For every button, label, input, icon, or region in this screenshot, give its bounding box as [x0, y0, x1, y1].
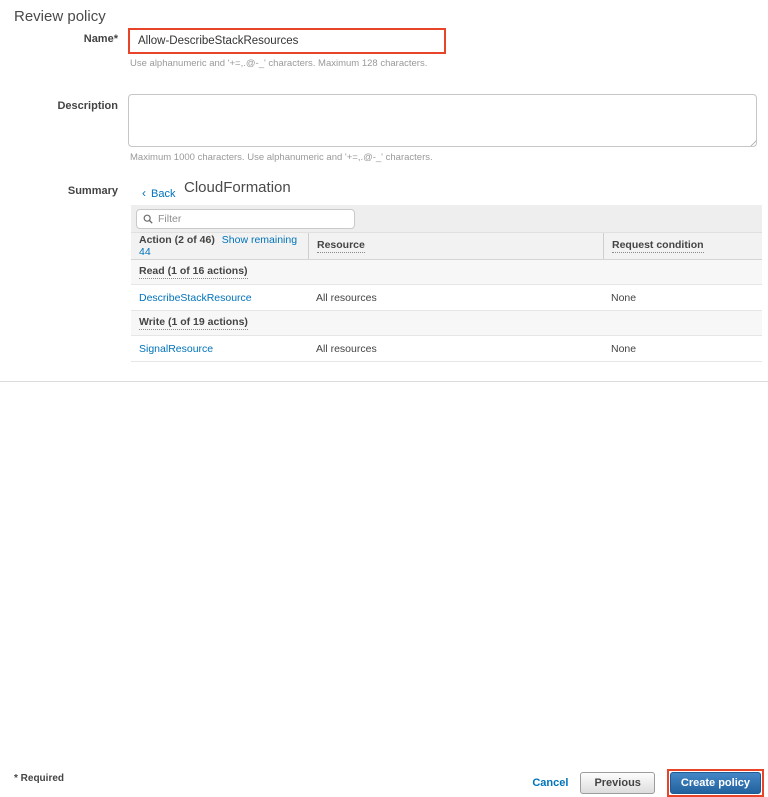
filter-input-wrap[interactable]	[136, 209, 355, 229]
column-header-request-condition: Request condition	[603, 233, 762, 259]
table-header-row: Action (2 of 46) Show remaining 44 Resou…	[131, 233, 762, 260]
footer-bar: * Required Cancel Previous Create policy	[0, 381, 768, 415]
request-condition-header-label: Request condition	[612, 239, 704, 253]
table-row: DescribeStackResource All resources None	[131, 285, 762, 311]
group-row-write: Write (1 of 19 actions)	[131, 311, 762, 336]
group-row-read-label: Read (1 of 16 actions)	[139, 265, 248, 279]
filter-bar	[131, 205, 762, 233]
search-icon	[143, 214, 153, 224]
action-link-signal-resource[interactable]: SignalResource	[139, 343, 213, 355]
description-help-text: Maximum 1000 characters. Use alphanumeri…	[130, 152, 433, 163]
previous-button[interactable]: Previous	[580, 772, 654, 794]
annotation-highlight-box: Create policy	[667, 769, 764, 797]
group-row-write-label: Write (1 of 19 actions)	[139, 316, 248, 330]
condition-cell: None	[611, 343, 636, 355]
chevron-left-icon: ‹	[142, 186, 146, 200]
condition-cell: None	[611, 292, 636, 304]
service-title: CloudFormation	[184, 179, 291, 196]
back-link[interactable]: ‹ Back	[142, 186, 175, 200]
name-help-text: Use alphanumeric and '+=,.@-_' character…	[130, 58, 427, 69]
resource-header-label: Resource	[317, 239, 365, 253]
back-link-label: Back	[151, 188, 175, 200]
page-title: Review policy	[14, 8, 106, 25]
column-header-resource: Resource	[308, 233, 603, 259]
description-textarea[interactable]	[128, 94, 757, 147]
summary-panel: Action (2 of 46) Show remaining 44 Resou…	[131, 205, 762, 362]
filter-input[interactable]	[158, 213, 348, 225]
create-policy-button[interactable]: Create policy	[670, 772, 761, 794]
name-label: Name*	[0, 33, 118, 45]
name-input[interactable]	[128, 28, 446, 54]
cancel-link[interactable]: Cancel	[532, 777, 568, 789]
resource-cell: All resources	[316, 343, 377, 355]
group-row-read: Read (1 of 16 actions)	[131, 260, 762, 285]
table-row: SignalResource All resources None	[131, 336, 762, 362]
required-note: * Required	[14, 773, 64, 784]
action-count-label: Action (2 of 46)	[139, 234, 215, 246]
column-header-action: Action (2 of 46) Show remaining 44	[131, 234, 308, 258]
summary-label: Summary	[0, 185, 118, 197]
resource-cell: All resources	[316, 292, 377, 304]
description-label: Description	[0, 100, 118, 112]
footer-actions: Cancel Previous Create policy	[532, 769, 764, 797]
action-link-describe-stack-resource[interactable]: DescribeStackResource	[139, 292, 252, 304]
